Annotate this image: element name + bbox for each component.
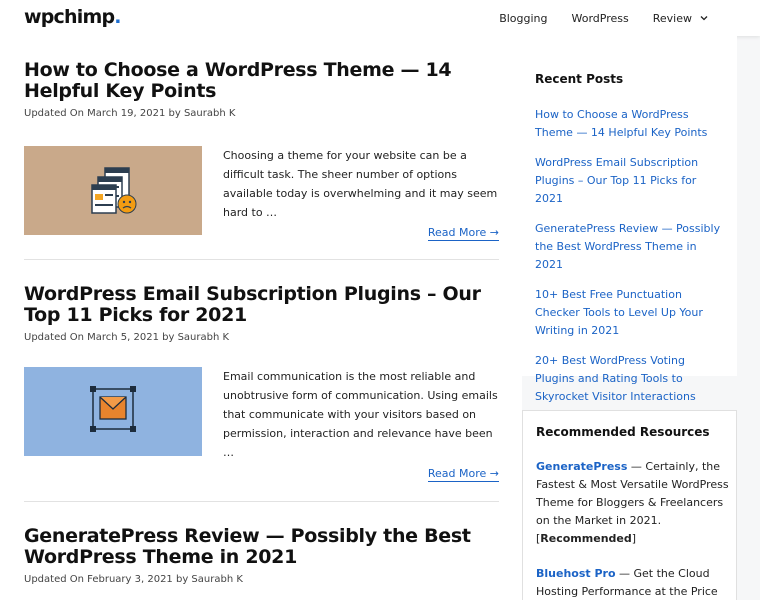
nav-label: WordPress: [571, 11, 629, 25]
recent-post-link[interactable]: How to Choose a WordPress Theme — 14 Hel…: [535, 106, 725, 142]
resource-item: GeneratePress — Certainly, the Fastest &…: [536, 458, 731, 548]
post-meta: Updated On March 5, 2021 by Saurabh K: [24, 332, 230, 343]
post-excerpt: Choosing a theme for your website can be…: [223, 149, 498, 219]
recent-post-link[interactable]: GeneratePress Review — Possibly the Best…: [535, 220, 725, 274]
post-meta: Updated On February 3, 2021 by Saurabh K: [24, 574, 243, 585]
resource-item: Bluehost Pro — Get the Cloud Hosting Per…: [536, 565, 731, 600]
read-more-link[interactable]: Read More →: [427, 226, 499, 241]
resource-brand-link[interactable]: Bluehost Pro: [536, 567, 616, 580]
chevron-down-icon: [700, 16, 708, 21]
nav-item-review[interactable]: Review: [653, 12, 708, 25]
post-excerpt: Email communication is the most reliable…: [223, 370, 498, 459]
nav-label: Blogging: [499, 11, 548, 25]
recent-posts-widget: Recent Posts How to Choose a WordPress T…: [522, 36, 737, 403]
nav-item-blogging[interactable]: Blogging: [499, 12, 547, 25]
site-header: wpchimp. Blogging WordPress Review: [0, 0, 760, 36]
resource-brand-link[interactable]: GeneratePress: [536, 460, 627, 473]
main-nav: Blogging WordPress Review: [475, 0, 708, 36]
post-thumbnail[interactable]: [24, 146, 202, 235]
site-logo[interactable]: wpchimp.: [24, 6, 122, 28]
post-article: How to Choose a WordPress Theme — 14 Hel…: [24, 60, 499, 241]
nav-item-wordpress[interactable]: WordPress: [572, 12, 629, 25]
post-divider: [24, 259, 499, 260]
recent-posts-list: How to Choose a WordPress Theme — 14 Hel…: [535, 106, 725, 418]
nav-label: Review: [652, 11, 692, 25]
recommended-resources-widget: Recommended Resources GeneratePress — Ce…: [522, 410, 737, 600]
logo-dot: .: [114, 6, 121, 28]
recent-post-link[interactable]: 10+ Best Free Punctuation Checker Tools …: [535, 286, 725, 340]
logo-text: wpchimp: [24, 6, 115, 28]
post-title[interactable]: WordPress Email Subscription Plugins – O…: [24, 284, 499, 326]
post-title[interactable]: How to Choose a WordPress Theme — 14 Hel…: [24, 60, 499, 102]
main-content: How to Choose a WordPress Theme — 14 Hel…: [0, 36, 522, 600]
post-thumbnail[interactable]: [24, 367, 202, 456]
post-divider: [24, 501, 499, 502]
widget-title: Recent Posts: [535, 72, 624, 86]
recent-post-link[interactable]: WordPress Email Subscription Plugins – O…: [535, 154, 725, 208]
widget-title: Recommended Resources: [536, 425, 710, 439]
post-article: WordPress Email Subscription Plugins – O…: [24, 284, 499, 482]
post-body: Choosing a theme for your website can be…: [24, 146, 499, 241]
resource-text-end: ]: [631, 532, 637, 545]
recent-post-link[interactable]: 20+ Best WordPress Voting Plugins and Ra…: [535, 352, 725, 406]
post-meta: Updated On March 19, 2021 by Saurabh K: [24, 108, 236, 119]
post-title[interactable]: GeneratePress Review — Possibly the Best…: [24, 526, 499, 568]
post-body: Email communication is the most reliable…: [24, 367, 499, 482]
recommended-tag: Recommended: [540, 532, 632, 545]
read-more-link[interactable]: Read More →: [427, 467, 499, 482]
post-article: GeneratePress Review — Possibly the Best…: [24, 526, 499, 586]
